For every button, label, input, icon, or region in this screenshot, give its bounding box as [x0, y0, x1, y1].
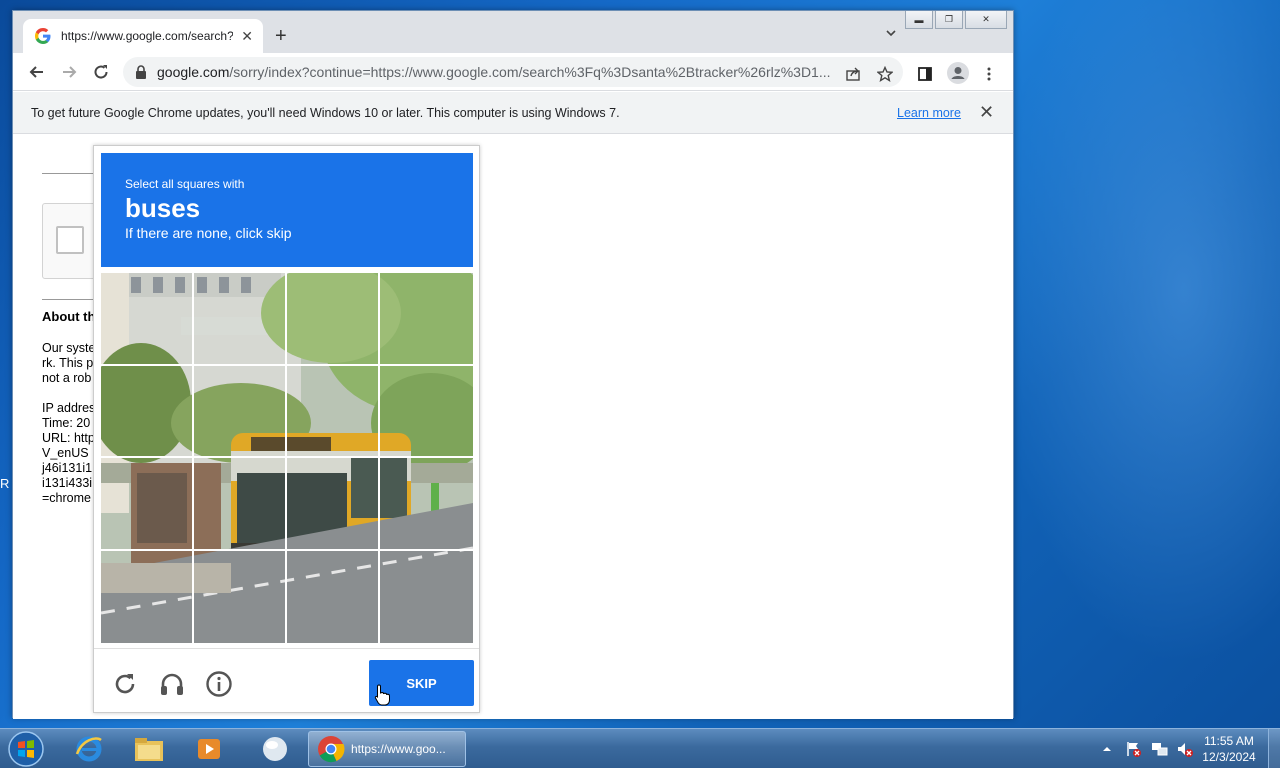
captcha-tile[interactable] [194, 273, 287, 366]
desktop-edge-letter: R [0, 476, 10, 491]
bookmark-star-icon[interactable] [877, 66, 893, 82]
captcha-tile[interactable] [194, 458, 287, 551]
infobar-close-icon[interactable]: ✕ [979, 102, 994, 123]
internet-explorer-icon[interactable] [62, 731, 116, 767]
hand-cursor-icon [374, 684, 390, 706]
captcha-image-grid [101, 273, 473, 643]
sphere-icon [263, 737, 287, 761]
infobar-message: To get future Google Chrome updates, you… [31, 106, 620, 120]
media-play-icon [198, 739, 220, 759]
action-center-flag-icon[interactable] [1124, 740, 1142, 758]
reload-icon[interactable] [91, 62, 111, 82]
file-explorer-icon[interactable] [122, 731, 176, 767]
captcha-tile[interactable] [101, 458, 194, 551]
taskbar-clock[interactable]: 11:55 AM 12/3/2024 [1196, 733, 1262, 765]
about-heading: About th [42, 309, 96, 324]
side-panel-icon[interactable] [917, 66, 933, 82]
show-desktop-button[interactable] [1268, 729, 1280, 768]
media-player-icon[interactable] [182, 731, 236, 767]
captcha-challenge: Select all squares with buses If there a… [93, 145, 480, 713]
url-host: google.com [157, 64, 230, 80]
volume-muted-icon[interactable] [1176, 740, 1194, 758]
tab-search-chevron-icon[interactable] [885, 27, 897, 39]
taskbar-chrome-button[interactable]: https://www.goo... [308, 731, 466, 767]
update-infobar: To get future Google Chrome updates, you… [13, 92, 1013, 134]
system-tray [1098, 729, 1194, 768]
start-orb-icon[interactable] [6, 730, 46, 768]
captcha-tile[interactable] [287, 458, 380, 551]
captcha-tiles [101, 273, 473, 643]
captcha-header: Select all squares with buses If there a… [101, 153, 473, 267]
captcha-tile[interactable] [101, 550, 194, 643]
lock-icon[interactable] [135, 65, 147, 79]
clock-time: 11:55 AM [1204, 734, 1254, 748]
captcha-tile[interactable] [101, 365, 194, 458]
show-hidden-icons-arrow[interactable] [1098, 740, 1116, 758]
reload-challenge-icon[interactable] [111, 670, 139, 698]
url-text: google.com/sorry/index?continue=https://… [157, 64, 903, 80]
network-icon[interactable] [1150, 740, 1168, 758]
url-path: /sorry/index?continue=https://www.google… [229, 64, 831, 80]
captcha-tile[interactable] [287, 550, 380, 643]
address-bar[interactable]: google.com/sorry/index?continue=https://… [123, 57, 903, 87]
kebab-menu-icon[interactable] [981, 66, 997, 82]
forward-arrow-icon[interactable] [59, 62, 79, 82]
window-close-button[interactable]: ✕ [965, 11, 1007, 29]
captcha-tile[interactable] [380, 366, 473, 458]
minimize-button[interactable]: ▬ [905, 11, 933, 29]
not-a-robot-checkbox[interactable] [56, 226, 84, 254]
captcha-tile[interactable] [380, 273, 473, 366]
new-tab-button[interactable]: + [275, 25, 287, 47]
captcha-tile[interactable] [101, 273, 194, 366]
taskbar-chrome-label: https://www.goo... [351, 742, 446, 756]
captcha-tile[interactable] [287, 365, 380, 458]
restore-button[interactable]: ❐ [935, 11, 963, 29]
browser-tab[interactable]: https://www.google.com/search?q ✕ [23, 19, 263, 53]
captcha-hint: If there are none, click skip [125, 225, 292, 241]
profile-avatar-icon[interactable] [947, 62, 969, 84]
back-arrow-icon[interactable] [27, 62, 47, 82]
tab-close-icon[interactable]: ✕ [241, 28, 253, 45]
learn-more-link[interactable]: Learn more [897, 106, 961, 120]
captcha-tile[interactable] [194, 550, 287, 643]
sorry-page-text: Our syste rk. This p not a rob IP addres… [42, 341, 96, 505]
audio-challenge-icon[interactable] [158, 670, 186, 698]
share-icon[interactable] [845, 66, 861, 82]
captcha-instruction: Select all squares with [125, 177, 245, 191]
ie-logo [75, 736, 102, 762]
captcha-target: buses [125, 193, 201, 223]
tab-strip: https://www.google.com/search?q ✕ + ▬ ❐ … [13, 11, 1013, 53]
info-icon[interactable] [205, 670, 233, 698]
taskbar: https://www.goo... 11:55 AM 12/3/2024 [0, 728, 1280, 768]
captcha-tile[interactable] [287, 273, 380, 366]
browser-toolbar: google.com/sorry/index?continue=https://… [13, 53, 1013, 91]
clock-date: 12/3/2024 [1202, 750, 1256, 764]
captcha-tile[interactable] [380, 458, 473, 551]
captcha-footer: SKIP [94, 648, 479, 714]
captcha-tile[interactable] [194, 365, 287, 458]
chrome-icon [318, 736, 345, 763]
google-g-icon [35, 28, 51, 44]
app-orb-icon[interactable] [248, 731, 302, 767]
tab-title: https://www.google.com/search?q [61, 29, 234, 43]
window-controls: ▬ ❐ ✕ [905, 11, 1007, 29]
captcha-tile[interactable] [380, 551, 473, 644]
folder-icon [135, 738, 163, 761]
